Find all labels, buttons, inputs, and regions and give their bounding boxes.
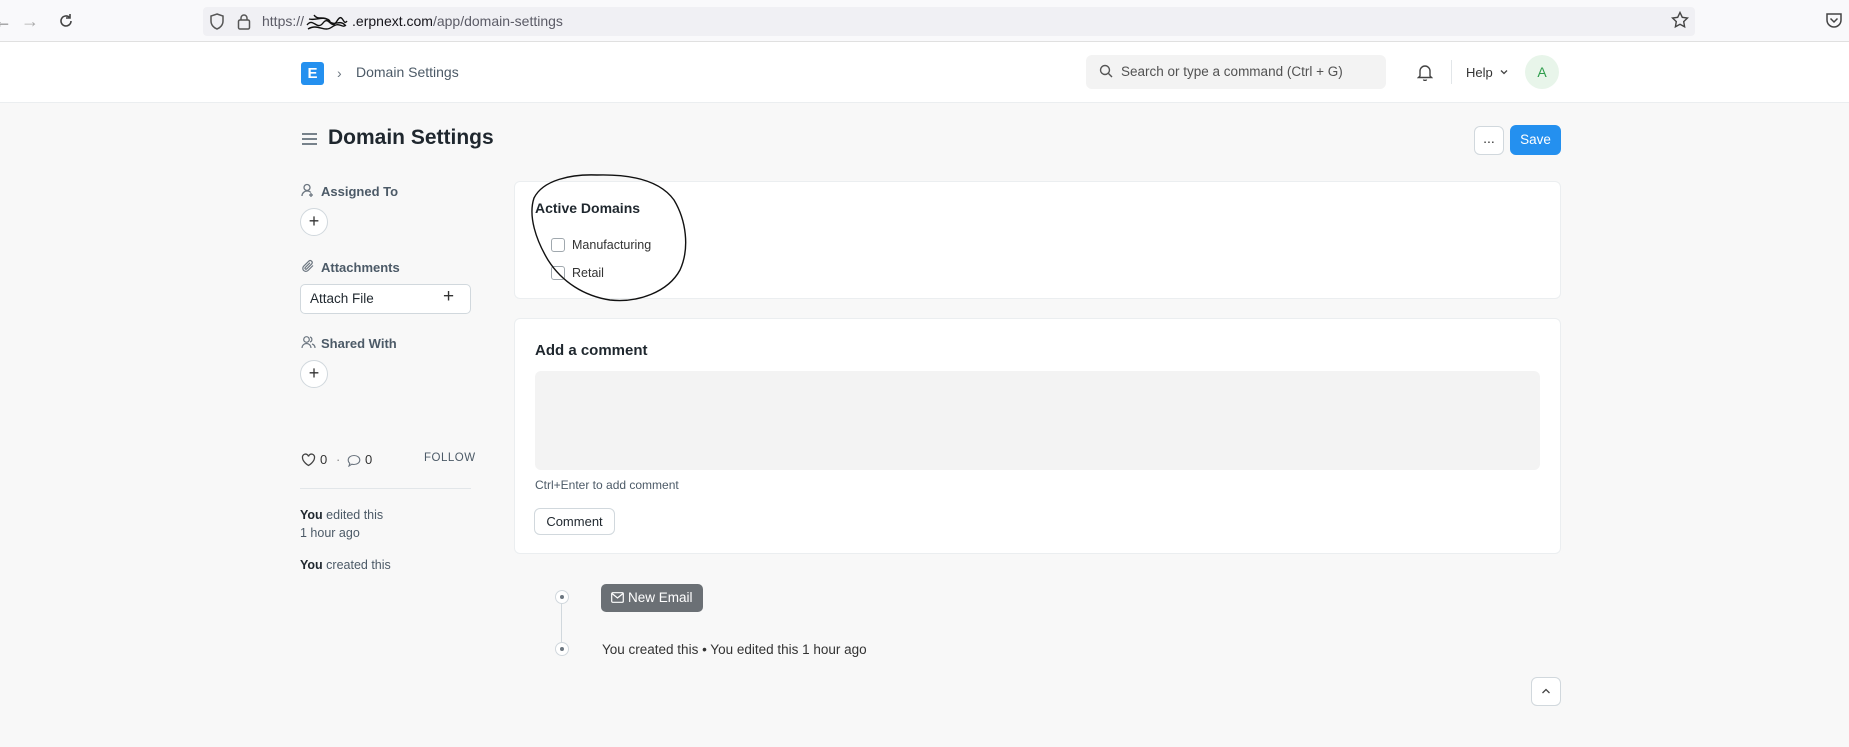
reload-icon[interactable] bbox=[55, 10, 77, 32]
manufacturing-label[interactable]: Manufacturing bbox=[572, 238, 651, 252]
assigned-to-label: Assigned To bbox=[321, 184, 399, 199]
timeline-entry: You created this • You edited this 1 hou… bbox=[602, 642, 867, 657]
mail-icon bbox=[611, 592, 624, 603]
pocket-icon[interactable] bbox=[1825, 11, 1843, 34]
url-host: .erpnext.com bbox=[352, 13, 433, 29]
app-navbar bbox=[0, 42, 1849, 103]
chevron-up-icon bbox=[1542, 688, 1550, 694]
page-title: Domain Settings bbox=[328, 126, 494, 149]
help-dropdown[interactable]: Help bbox=[1466, 65, 1509, 80]
back-arrow-icon[interactable]: ← bbox=[0, 10, 14, 32]
shield-icon[interactable] bbox=[209, 13, 225, 35]
comment-icon[interactable] bbox=[347, 454, 361, 472]
breadcrumb-domain-settings[interactable]: Domain Settings bbox=[356, 64, 459, 80]
navbar-divider bbox=[1451, 60, 1452, 84]
heart-icon[interactable] bbox=[301, 453, 316, 472]
new-email-label: New Email bbox=[628, 590, 693, 605]
avatar[interactable]: A bbox=[1525, 55, 1559, 89]
shared-with-label: Shared With bbox=[321, 336, 397, 351]
breadcrumb-chevron-icon: › bbox=[337, 65, 342, 81]
comment-button[interactable]: Comment bbox=[534, 508, 615, 535]
menu-icon[interactable] bbox=[301, 131, 318, 147]
bell-icon[interactable] bbox=[1416, 63, 1434, 86]
timeline-dot bbox=[555, 642, 569, 656]
stat-separator: · bbox=[336, 452, 341, 467]
comments-count: 0 bbox=[365, 452, 373, 467]
add-share-button[interactable]: + bbox=[300, 360, 328, 388]
redaction-scribble bbox=[306, 14, 348, 30]
app-logo[interactable]: E bbox=[301, 62, 324, 85]
plus-icon: + bbox=[443, 286, 455, 307]
help-label: Help bbox=[1466, 65, 1493, 80]
retail-label[interactable]: Retail bbox=[572, 266, 604, 280]
scroll-to-top-button[interactable] bbox=[1531, 677, 1561, 706]
add-comment-title: Add a comment bbox=[535, 342, 648, 359]
new-email-button[interactable]: New Email bbox=[601, 584, 703, 612]
search-icon bbox=[1099, 64, 1113, 83]
url-path: /app/domain-settings bbox=[432, 13, 563, 29]
activity-item: You created this bbox=[300, 558, 391, 572]
star-icon[interactable] bbox=[1670, 10, 1690, 34]
lock-icon[interactable] bbox=[237, 13, 251, 35]
activity-item: You edited this 1 hour ago bbox=[300, 508, 384, 540]
sidebar-divider bbox=[300, 488, 471, 489]
follow-button[interactable]: FOLLOW bbox=[424, 452, 476, 464]
chevron-down-icon bbox=[1500, 70, 1508, 75]
comment-input[interactable] bbox=[535, 371, 1540, 470]
paperclip-icon bbox=[301, 259, 315, 278]
forward-arrow-icon[interactable]: → bbox=[19, 10, 41, 32]
active-domains-card bbox=[514, 181, 1561, 299]
save-button[interactable]: Save bbox=[1510, 125, 1561, 155]
attachments-label: Attachments bbox=[321, 260, 400, 275]
timeline-dot bbox=[555, 590, 569, 604]
add-assignment-button[interactable]: + bbox=[300, 208, 328, 236]
people-icon bbox=[301, 335, 316, 354]
retail-checkbox[interactable] bbox=[551, 266, 565, 280]
likes-count: 0 bbox=[320, 452, 328, 467]
active-domains-title: Active Domains bbox=[535, 200, 641, 216]
manufacturing-checkbox[interactable] bbox=[551, 238, 565, 252]
url-prefix: https:// bbox=[262, 13, 305, 29]
search-input[interactable]: Search or type a command (Ctrl + G) bbox=[1121, 64, 1343, 79]
attach-file-label: Attach File bbox=[310, 291, 374, 306]
comment-hint: Ctrl+Enter to add comment bbox=[535, 478, 679, 492]
more-actions-button[interactable]: ... bbox=[1474, 126, 1504, 155]
user-icon bbox=[301, 183, 315, 202]
